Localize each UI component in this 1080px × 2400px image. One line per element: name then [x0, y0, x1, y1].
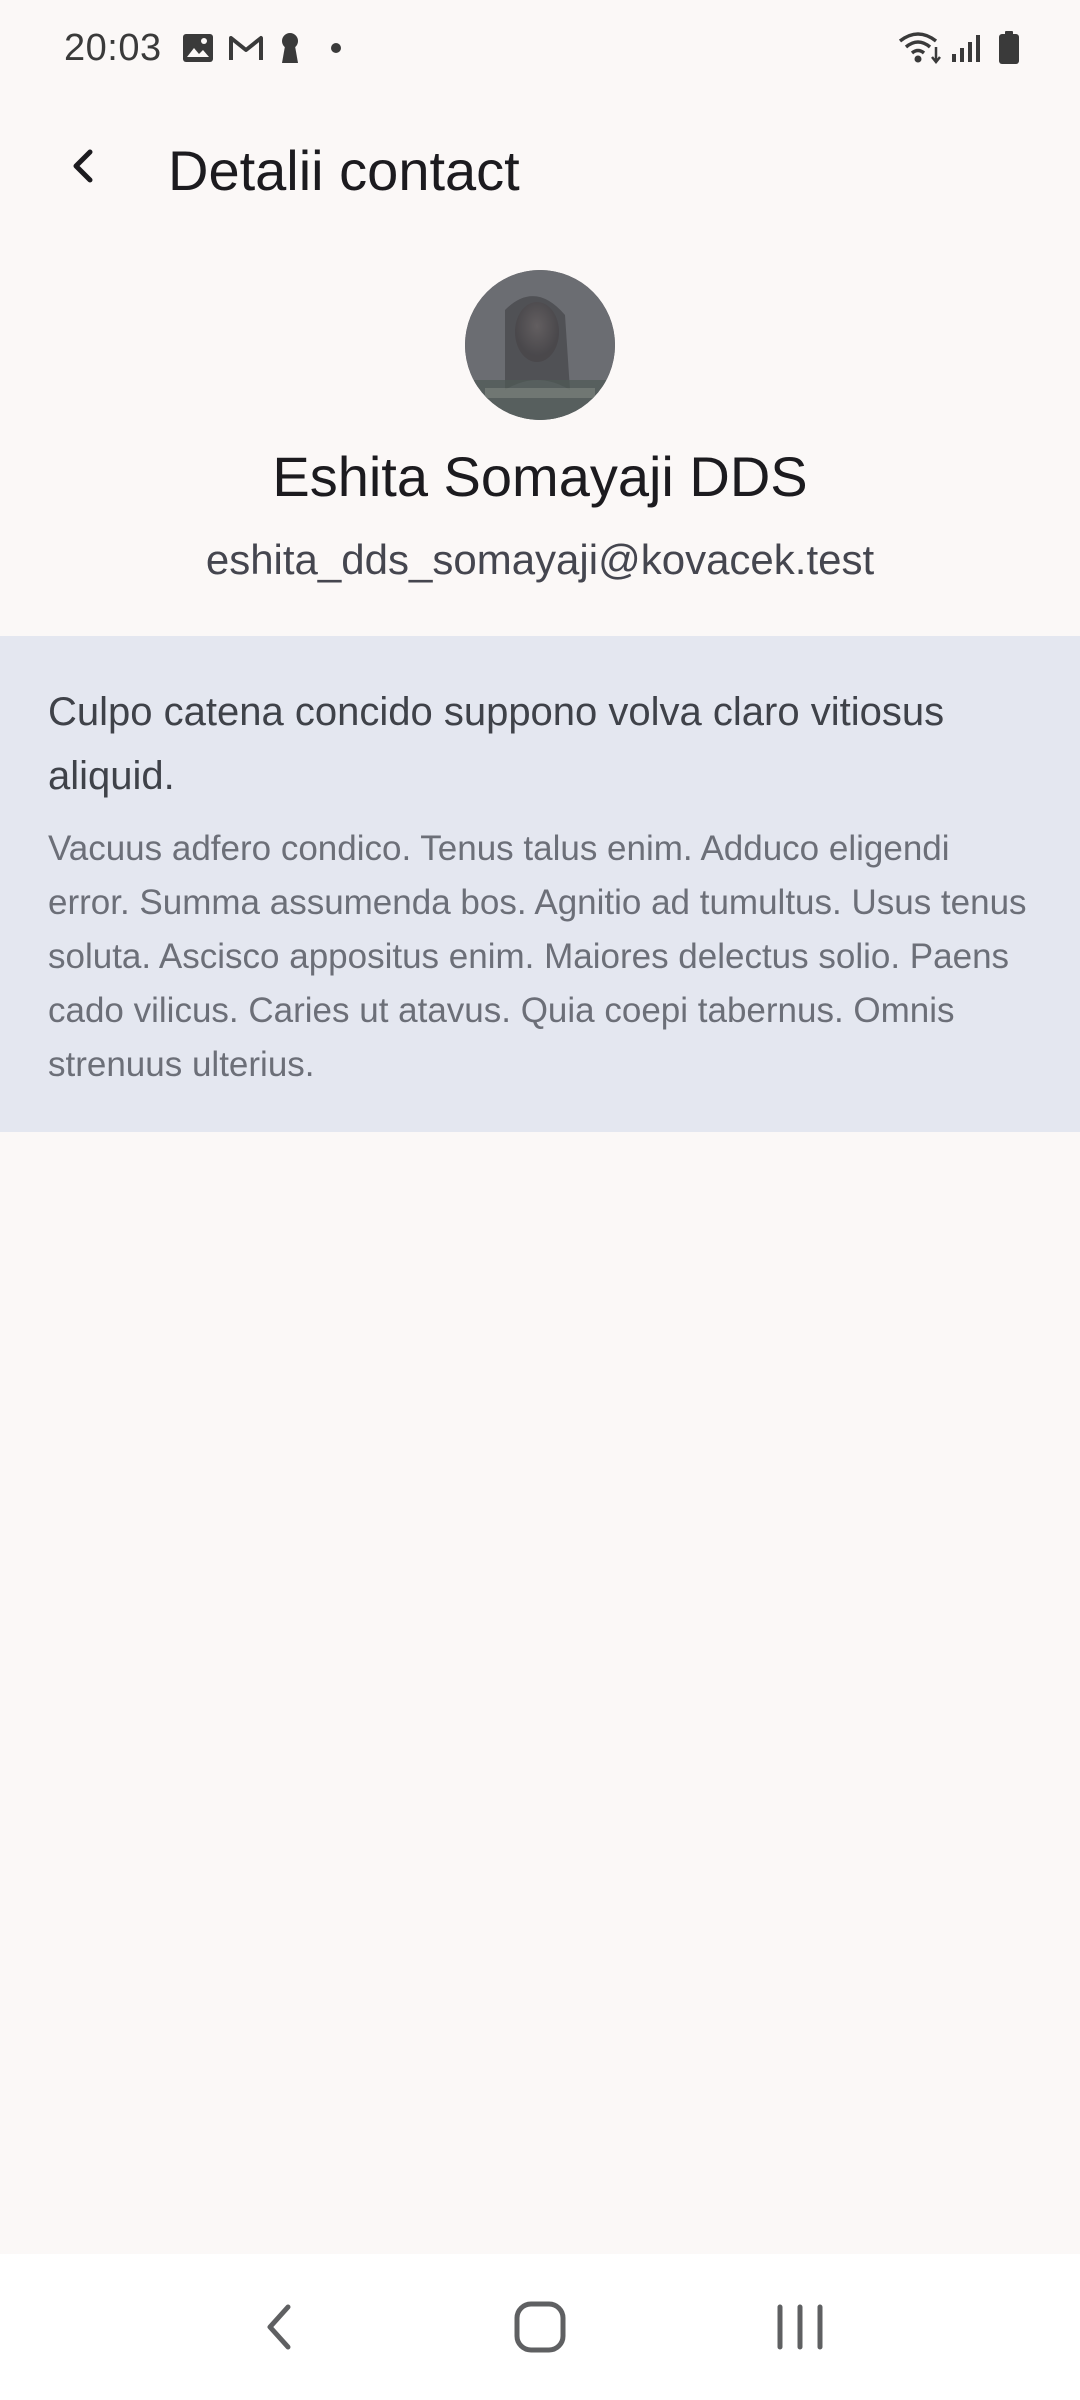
signal-icon	[950, 32, 982, 64]
nav-back-button[interactable]	[220, 2277, 340, 2377]
image-icon	[182, 33, 214, 63]
status-right	[898, 31, 1020, 65]
nav-home-button[interactable]	[480, 2277, 600, 2377]
battery-icon	[998, 31, 1020, 65]
wifi-icon	[898, 31, 942, 65]
note-title: Culpo catena concido suppono volva claro…	[48, 690, 945, 798]
navigation-bar	[0, 2254, 1080, 2400]
note-body: Vacuus adfero condico. Tenus talus enim.…	[48, 829, 1027, 1084]
nav-recents-button[interactable]	[740, 2277, 860, 2377]
status-time: 20:03	[64, 26, 162, 69]
back-button[interactable]	[48, 130, 120, 202]
gmail-icon	[228, 34, 264, 62]
nav-back-icon	[267, 2304, 291, 2350]
note-card: Culpo catena concido suppono volva claro…	[0, 636, 1080, 1132]
page-title: Detalii contact	[168, 139, 520, 202]
app-bar: Detalii contact	[0, 112, 1080, 236]
status-left: 20:03	[64, 27, 342, 70]
contact-name: Eshita Somayaji DDS	[272, 445, 808, 508]
avatar	[465, 270, 615, 420]
nav-home-icon	[514, 2301, 566, 2353]
dot-icon	[330, 42, 342, 54]
contact-email: eshita_dds_somayaji@kovacek.test	[205, 536, 875, 583]
status-bar: 20:03	[0, 0, 1080, 96]
nav-recents-icon	[777, 2304, 823, 2350]
keyhole-icon	[278, 32, 302, 64]
arrow-back-icon	[73, 149, 93, 183]
